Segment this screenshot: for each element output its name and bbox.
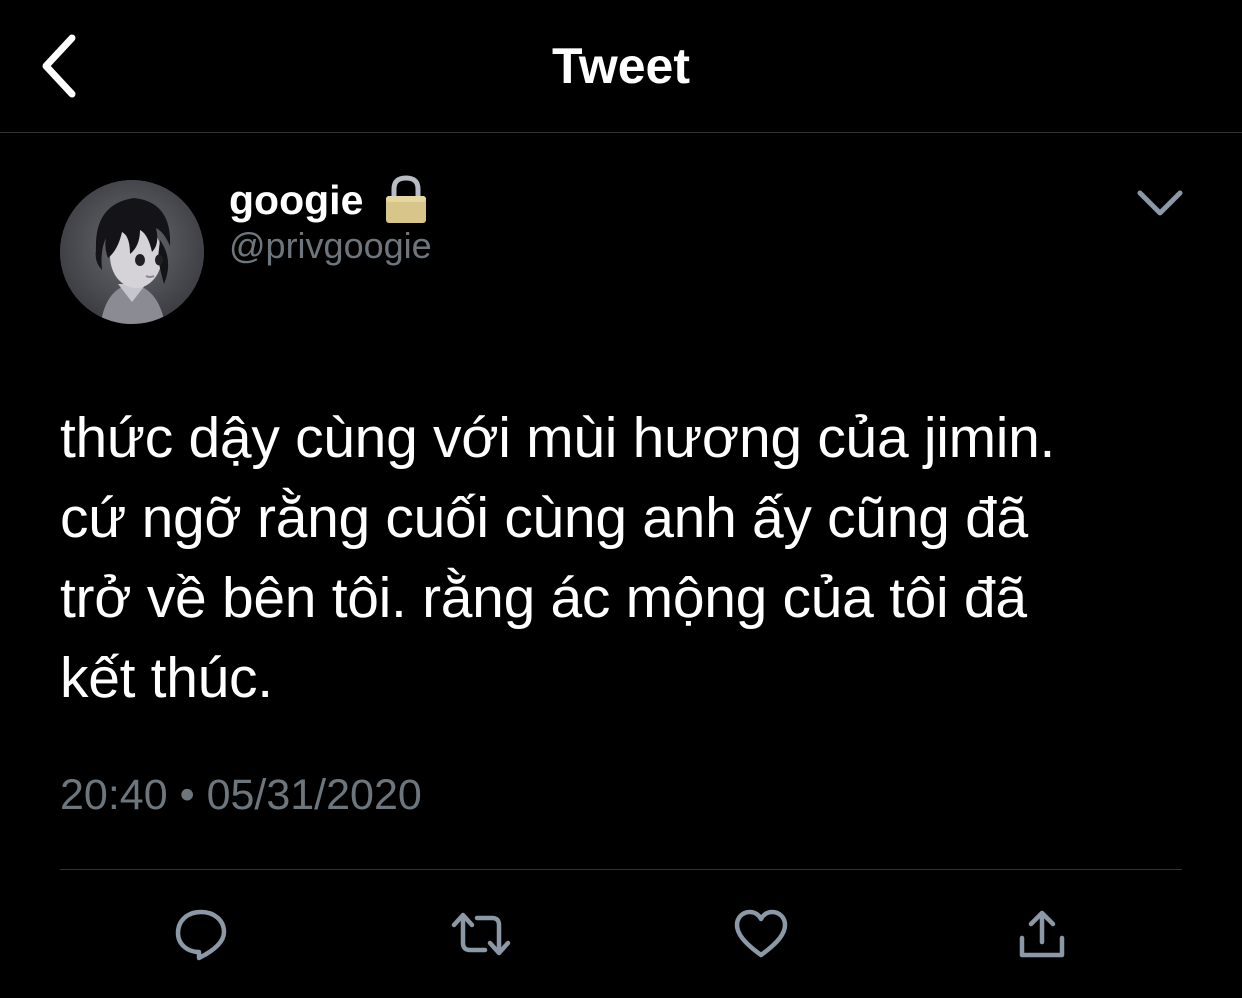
anime-character-avatar (60, 180, 204, 324)
reply-button[interactable] (171, 904, 231, 964)
tweet-timestamp: 20:40 • 05/31/2020 (60, 768, 422, 822)
retweet-button[interactable] (451, 904, 511, 964)
page-title: Tweet (552, 38, 690, 94)
author-name[interactable]: googie (229, 174, 363, 226)
like-icon (734, 909, 788, 958)
tweet-text-line: thức dậy cùng với mùi hương của jimin. (60, 406, 1056, 470)
avatar[interactable] (60, 180, 204, 324)
tweet-date: 05/31/2020 (206, 771, 422, 819)
reply-icon (175, 909, 227, 961)
chevron-down-icon (1137, 190, 1183, 216)
share-icon (1019, 910, 1065, 958)
like-button[interactable] (731, 904, 791, 964)
author-handle[interactable]: @privgoogie (229, 224, 432, 268)
share-button[interactable] (1012, 904, 1072, 964)
app-header: Tweet (0, 0, 1242, 133)
divider (60, 869, 1182, 870)
tweet-text-line: cứ ngỡ rằng cuối cùng anh ấy cũng đã (60, 486, 1028, 550)
tweet-time: 20:40 (60, 771, 168, 819)
tweet-body: thức dậy cùng với mùi hương của jimin. c… (60, 398, 1200, 718)
retweet-icon (451, 912, 511, 956)
timestamp-separator: • (179, 771, 195, 819)
author-name-row[interactable]: googie (229, 174, 429, 226)
tweet-text-line: kết thúc. (60, 646, 273, 710)
more-options-button[interactable] (1128, 178, 1192, 228)
tweet-text-line: trở về bên tôi. rằng ác mộng của tôi đã (60, 566, 1027, 630)
lock-icon (383, 175, 429, 225)
